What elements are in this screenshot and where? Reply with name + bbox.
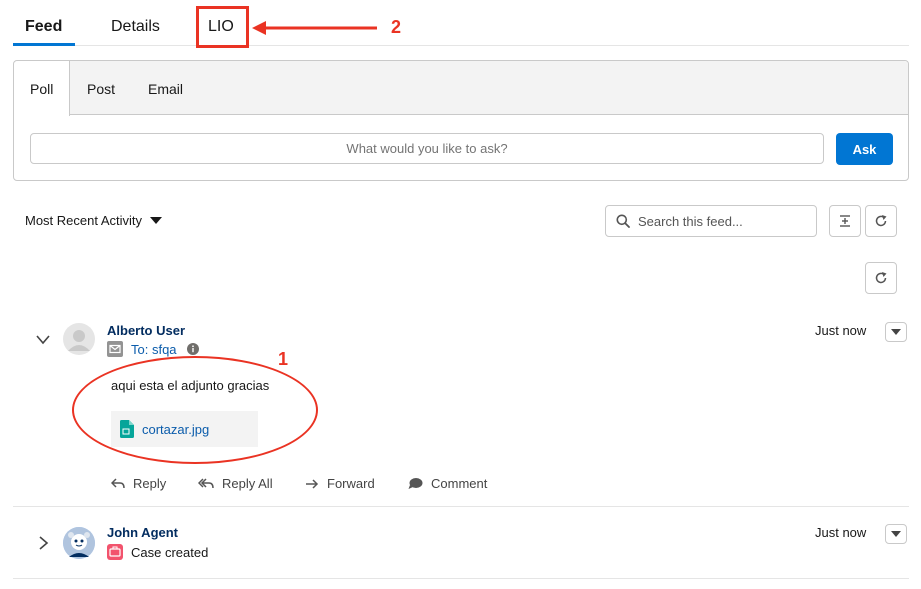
annotation-highlight-box — [196, 6, 249, 48]
feed-search[interactable] — [605, 205, 817, 237]
refresh-icon — [875, 215, 887, 227]
annotation-number-2: 2 — [391, 17, 402, 37]
reply-label: Reply — [133, 476, 167, 491]
reply-all-button[interactable]: Reply All — [198, 476, 273, 491]
publisher-tab-poll[interactable]: Poll — [30, 81, 53, 97]
forward-icon — [306, 478, 319, 489]
email-icon — [107, 341, 123, 357]
tab-details[interactable]: Details — [111, 18, 160, 36]
annotation-number-1: 1 — [278, 349, 289, 369]
refresh-feed-button[interactable] — [865, 262, 897, 294]
comment-icon — [408, 478, 423, 489]
reply-all-label: Reply All — [222, 476, 273, 491]
poll-question-input[interactable] — [30, 133, 824, 164]
search-icon — [616, 214, 630, 228]
refresh-icon — [875, 272, 887, 284]
feed-divider — [13, 578, 909, 579]
expand-collapse-button[interactable] — [829, 205, 861, 237]
expand-collapse-icon — [840, 215, 850, 227]
chevron-down-icon — [891, 329, 901, 335]
chevron-down-icon — [891, 531, 901, 537]
avatar[interactable] — [63, 527, 95, 559]
feed-item-menu-button[interactable] — [885, 524, 907, 544]
feed-author[interactable]: Alberto User — [107, 323, 185, 338]
comment-label: Comment — [431, 476, 488, 491]
annotation-ellipse — [72, 356, 318, 464]
sort-dropdown[interactable]: Most Recent Activity — [25, 213, 163, 228]
agent-avatar-icon — [63, 527, 95, 559]
annotation-arrow-icon — [252, 21, 377, 35]
ask-button[interactable]: Ask — [836, 133, 893, 165]
recipient-label[interactable]: To: sfqa — [131, 342, 177, 357]
record-tabs: Feed Details LIO — [13, 0, 909, 46]
info-icon[interactable] — [186, 343, 199, 355]
forward-label: Forward — [327, 476, 375, 491]
publisher: Poll Post Email Ask — [13, 60, 909, 181]
comment-button[interactable]: Comment — [408, 476, 487, 491]
publisher-tab-email[interactable]: Email — [148, 81, 183, 97]
user-avatar-icon — [68, 330, 90, 351]
avatar[interactable] — [63, 323, 95, 355]
event-label: Case created — [131, 544, 209, 560]
tab-feed[interactable]: Feed — [25, 18, 62, 36]
caret-down-icon — [150, 217, 163, 224]
feed-meta: To: sfqa — [107, 341, 199, 357]
chevron-down-icon[interactable] — [36, 335, 50, 345]
case-icon — [107, 544, 123, 560]
feed-timestamp[interactable]: Just now — [815, 525, 866, 540]
chevron-right-icon[interactable] — [39, 536, 49, 550]
active-tab-indicator — [13, 43, 75, 46]
sort-label: Most Recent Activity — [25, 213, 143, 228]
refresh-button[interactable] — [865, 205, 897, 237]
reply-icon — [111, 477, 125, 488]
feed-meta: Case created — [107, 544, 208, 560]
feed-divider — [13, 506, 909, 507]
publisher-tab-post[interactable]: Post — [87, 81, 115, 97]
search-input[interactable] — [638, 213, 808, 229]
forward-button[interactable]: Forward — [305, 476, 375, 491]
reply-all-icon — [198, 477, 214, 488]
feed-timestamp[interactable]: Just now — [815, 323, 866, 338]
publisher-tabbar: Poll Post Email — [14, 61, 908, 116]
feed-author[interactable]: John Agent — [107, 525, 178, 540]
feed-item-menu-button[interactable] — [885, 322, 907, 342]
reply-button[interactable]: Reply — [111, 476, 166, 491]
